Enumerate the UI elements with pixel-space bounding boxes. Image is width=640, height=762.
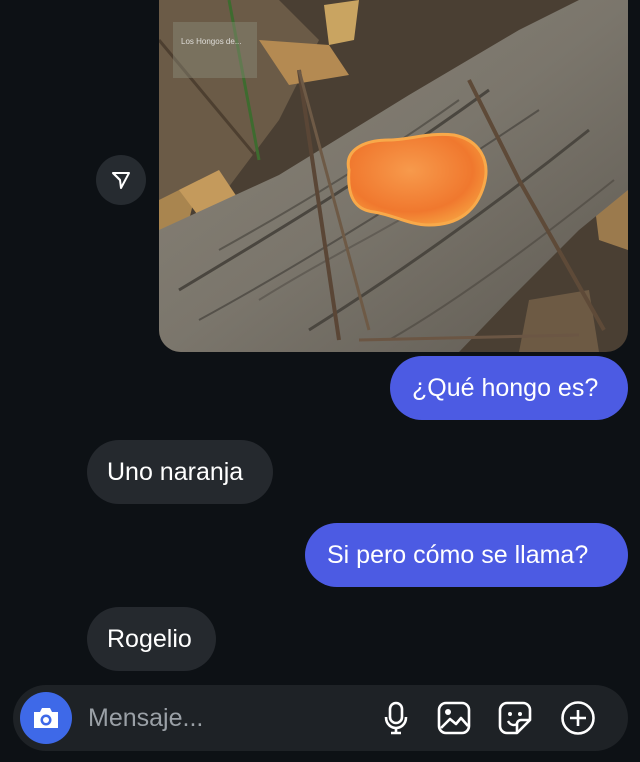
gallery-button[interactable] xyxy=(435,699,473,737)
sticker-button[interactable] xyxy=(496,699,534,737)
camera-button[interactable] xyxy=(20,692,72,744)
message-composer: Mensaje... xyxy=(13,685,628,751)
share-button[interactable] xyxy=(96,155,146,205)
microphone-icon xyxy=(384,701,408,735)
outgoing-message[interactable]: Si pero cómo se llama? xyxy=(305,523,628,587)
message-text: Uno naranja xyxy=(107,457,244,486)
add-icon xyxy=(561,701,595,735)
sticker-icon xyxy=(498,701,532,735)
incoming-message[interactable]: Uno naranja xyxy=(87,440,273,504)
message-input[interactable]: Mensaje... xyxy=(88,685,203,751)
photo-watermark: Los Hongos de... xyxy=(181,37,241,46)
camera-icon xyxy=(34,708,58,728)
message-text: ¿Qué hongo es? xyxy=(412,373,599,402)
more-button[interactable] xyxy=(559,699,597,737)
mushroom-photo: Los Hongos de... xyxy=(159,0,628,352)
send-icon xyxy=(112,172,130,189)
shared-photo[interactable]: Los Hongos de... xyxy=(159,0,628,352)
voice-button[interactable] xyxy=(377,699,415,737)
incoming-message[interactable]: Rogelio xyxy=(87,607,216,671)
gallery-icon xyxy=(437,701,471,735)
outgoing-message[interactable]: ¿Qué hongo es? xyxy=(390,356,628,420)
message-text: Si pero cómo se llama? xyxy=(327,540,589,569)
message-text: Rogelio xyxy=(107,624,192,653)
